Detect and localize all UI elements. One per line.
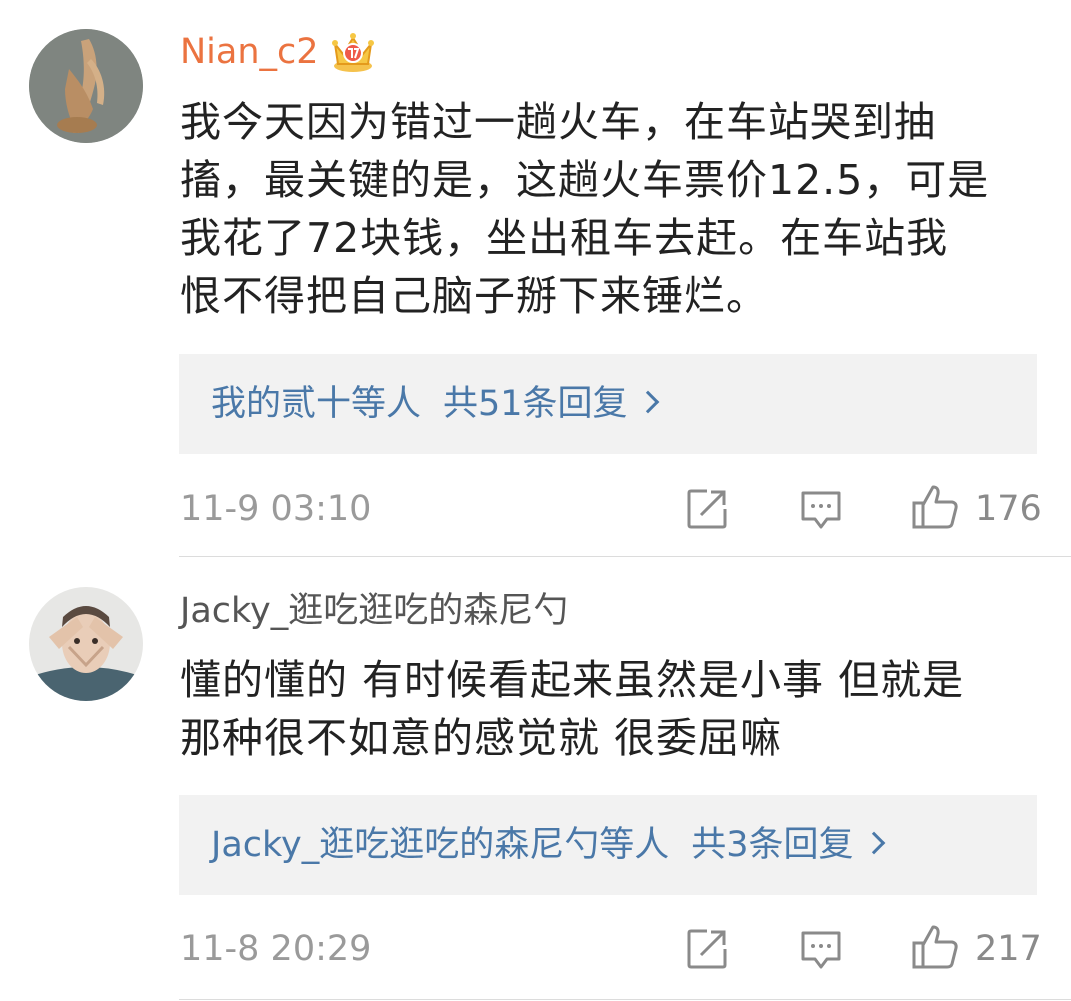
share-icon[interactable]: [685, 487, 729, 531]
thumbs-up-icon[interactable]: [911, 483, 959, 531]
share-icon[interactable]: [685, 927, 729, 971]
like-count: 217: [975, 929, 1042, 969]
avatar[interactable]: [29, 587, 143, 701]
comment-text-line: 恨不得把自己脑子掰下来锤烂。: [180, 272, 768, 320]
username[interactable]: Nian_c2: [180, 30, 319, 74]
comment-text-line: 那种很不如意的感觉就 很委屈嘛: [180, 714, 783, 762]
comment-text-line: 搐，最关键的是，这趟火车票价12.5，可是: [180, 156, 990, 204]
comment-text: 我今天因为错过一趟火车，在车站哭到抽 搐，最关键的是，这趟火车票价12.5，可是…: [180, 93, 1040, 325]
avatar[interactable]: [29, 29, 143, 143]
thumbs-up-icon[interactable]: [911, 923, 959, 971]
comment-text-line: 我今天因为错过一趟火车，在车站哭到抽: [180, 98, 936, 146]
comment-item: Jacky_逛吃逛吃的森尼勺 懂的懂的 有时候看起来虽然是小事 但就是 那种很不…: [0, 557, 1071, 1001]
comment-icon[interactable]: [799, 927, 843, 971]
view-replies-link[interactable]: Jacky_逛吃逛吃的森尼勺等人 共3条回复: [211, 823, 885, 867]
comment-list: Nian_c2 我今天因为错过一趟火车，在车站哭到抽 搐，最关键的是，这趟火车票…: [0, 0, 1071, 1001]
comment-item: Nian_c2 我今天因为错过一趟火车，在车站哭到抽 搐，最关键的是，这趟火车票…: [0, 0, 1071, 557]
chevron-right-icon: [636, 390, 659, 414]
like-count: 176: [975, 489, 1042, 529]
avatar-image: [29, 587, 143, 701]
comment-text-line: 我花了72块钱，坐出租车去赶。在车站我: [180, 214, 949, 262]
username[interactable]: Jacky_逛吃逛吃的森尼勺: [180, 589, 568, 633]
comment-icon[interactable]: [799, 487, 843, 531]
replies-by: 我的贰十等人: [211, 384, 422, 424]
view-replies-link[interactable]: 我的贰十等人 共51条回复: [211, 382, 659, 426]
chevron-right-icon: [862, 831, 885, 855]
replies-box[interactable]: Jacky_逛吃逛吃的森尼勺等人 共3条回复: [179, 795, 1037, 895]
replies-box[interactable]: 我的贰十等人 共51条回复: [179, 354, 1037, 454]
divider: [179, 999, 1071, 1000]
avatar-image: [29, 29, 143, 143]
comment-time: 11-8 20:29: [180, 929, 372, 969]
replies-count: 共3条回复: [691, 825, 854, 865]
crown-vip-icon[interactable]: [330, 28, 376, 74]
replies-count: 共51条回复: [443, 384, 628, 424]
comment-text-line: 懂的懂的 有时候看起来虽然是小事 但就是: [180, 656, 965, 704]
replies-by: Jacky_逛吃逛吃的森尼勺等人: [211, 825, 670, 865]
comment-text: 懂的懂的 有时候看起来虽然是小事 但就是 那种很不如意的感觉就 很委屈嘛: [180, 651, 1040, 767]
comment-time: 11-9 03:10: [180, 489, 372, 529]
